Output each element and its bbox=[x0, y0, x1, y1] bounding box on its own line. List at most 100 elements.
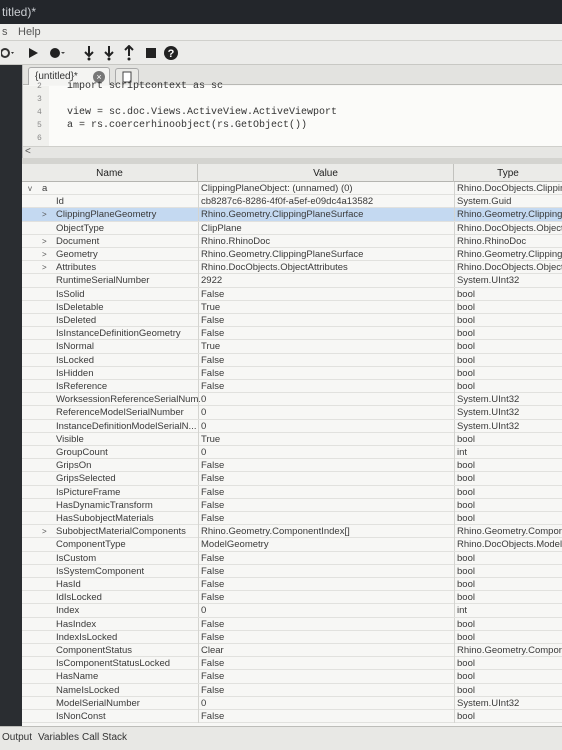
table-row[interactable]: IsSystemComponent False bool bbox=[22, 564, 562, 578]
table-row[interactable]: NameIsLocked False bool bbox=[22, 683, 562, 697]
table-row[interactable]: ModelSerialNumber 0 System.UInt32 bbox=[22, 696, 562, 710]
table-row[interactable]: HasIndex False bool bbox=[22, 617, 562, 631]
table-row[interactable]: Id cb8287c6-8286-4f0f-a5ef-e09dc4a13582 Sy… bbox=[22, 195, 562, 209]
code-editor[interactable]: 2 import scriptcontext as sc 3 4 view = … bbox=[23, 81, 562, 146]
tab-output[interactable]: Output bbox=[2, 732, 32, 743]
variable-type: bool bbox=[454, 366, 562, 380]
table-row[interactable]: Index 0 int bbox=[22, 604, 562, 618]
table-row[interactable]: RuntimeSerialNumber 2922 System.UInt32 bbox=[22, 274, 562, 288]
help-icon[interactable]: ? bbox=[162, 44, 180, 62]
variable-type: Rhino.RhinoDoc bbox=[454, 234, 562, 248]
menu-help[interactable]: Help bbox=[18, 26, 41, 38]
run-menu-icon[interactable] bbox=[0, 44, 16, 62]
variable-name: SubobjectMaterialComponents bbox=[56, 526, 186, 538]
bottom-panel-tabs: Output Variables Call Stack bbox=[0, 726, 562, 750]
variable-name: GroupCount bbox=[56, 447, 108, 458]
variable-value: False bbox=[198, 314, 456, 327]
table-row[interactable]: ComponentType ModelGeometry Rhino.DocObjec… bbox=[22, 538, 562, 552]
table-row[interactable]: WorksessionReferenceSerialNum... 0 System.… bbox=[22, 393, 562, 407]
variable-value: False bbox=[198, 327, 456, 341]
menu-item-partial[interactable]: s bbox=[2, 26, 8, 38]
variable-type: bool bbox=[454, 287, 562, 301]
variable-type: Rhino.DocObjects.ClippingPlaneObject bbox=[454, 182, 562, 195]
step-out-icon[interactable] bbox=[120, 44, 138, 62]
table-row[interactable]: IsCustom False bool bbox=[22, 551, 562, 565]
table-row[interactable]: IndexIsLocked False bool bbox=[22, 630, 562, 644]
table-row[interactable]: Visible True bool bbox=[22, 432, 562, 446]
variable-name: ModelSerialNumber bbox=[56, 697, 140, 709]
variable-value: ClipPlane bbox=[198, 221, 456, 235]
variable-name: Geometry bbox=[56, 249, 98, 260]
table-row[interactable]: > Document Rhino.RhinoDoc Rhino.RhinoDoc bbox=[22, 234, 562, 248]
table-row[interactable]: IdIsLocked False bool bbox=[22, 591, 562, 605]
table-row[interactable]: GripsSelected False bool bbox=[22, 472, 562, 486]
table-row[interactable]: IsComponentStatusLocked False bool bbox=[22, 657, 562, 671]
variable-type: bool bbox=[454, 630, 562, 644]
window-title: titled)* bbox=[2, 5, 37, 19]
tab-variables[interactable]: Variables bbox=[38, 732, 79, 743]
column-header-name[interactable]: Name bbox=[22, 164, 198, 182]
tab-call-stack[interactable]: Call Stack bbox=[82, 732, 127, 743]
table-row[interactable]: HasId False bool bbox=[22, 578, 562, 592]
variable-value: Rhino.RhinoDoc bbox=[198, 234, 456, 248]
table-row[interactable]: ComponentStatus Clear Rhino.Geometry.Compo… bbox=[22, 644, 562, 658]
table-row[interactable]: HasSubobjectMaterials False bool bbox=[22, 512, 562, 526]
variable-type: bool bbox=[454, 564, 562, 578]
variable-name: Attributes bbox=[56, 262, 97, 274]
variable-value: Rhino.Geometry.ComponentIndex[] bbox=[198, 525, 456, 539]
variable-value: False bbox=[198, 591, 456, 605]
run-icon[interactable] bbox=[24, 44, 42, 62]
variable-name: HasName bbox=[56, 671, 99, 683]
table-row[interactable]: > SubobjectMaterialComponents Rhino.Geomet… bbox=[22, 525, 562, 539]
variable-value: 2922 bbox=[198, 274, 456, 288]
record-icon[interactable] bbox=[48, 44, 66, 62]
table-row[interactable]: HasName False bool bbox=[22, 670, 562, 684]
variable-value: False bbox=[198, 670, 456, 684]
column-header-type[interactable]: Type bbox=[454, 164, 562, 182]
table-row[interactable]: IsDeletable True bool bbox=[22, 300, 562, 314]
variable-value: False bbox=[198, 564, 456, 578]
variable-name: HasDynamicTransform bbox=[56, 499, 153, 511]
horizontal-scrollbar[interactable]: < bbox=[23, 146, 562, 158]
table-row[interactable]: > Attributes Rhino.DocObjects.ObjectAttrib… bbox=[22, 261, 562, 275]
table-row[interactable]: IsLocked False bool bbox=[22, 353, 562, 367]
table-row[interactable]: InstanceDefinitionModelSerialN... 0 System… bbox=[22, 419, 562, 433]
variable-value: Rhino.DocObjects.ObjectAttributes bbox=[198, 261, 456, 275]
table-row[interactable]: GroupCount 0 int bbox=[22, 446, 562, 460]
table-row[interactable]: IsNormal True bool bbox=[22, 340, 562, 354]
table-row[interactable]: > ClippingPlaneGeometry Rhino.Geometry.Cli… bbox=[22, 208, 562, 222]
table-row[interactable]: IsHidden False bool bbox=[22, 366, 562, 380]
svg-text:?: ? bbox=[168, 48, 175, 60]
stop-icon[interactable] bbox=[142, 44, 160, 62]
table-row[interactable]: HasDynamicTransform False bool bbox=[22, 498, 562, 512]
table-row[interactable]: IsReference False bool bbox=[22, 380, 562, 394]
table-row[interactable]: IsNonConst False bool bbox=[22, 710, 562, 724]
variable-name: Index bbox=[56, 605, 80, 617]
variable-type: bool bbox=[454, 617, 562, 631]
variable-value: False bbox=[198, 472, 456, 486]
variable-value: 0 bbox=[198, 446, 456, 459]
step-over-icon[interactable] bbox=[100, 44, 118, 62]
step-into-icon[interactable] bbox=[80, 44, 98, 62]
table-row[interactable]: GripsOn False bool bbox=[22, 459, 562, 473]
table-row[interactable]: > Geometry Rhino.Geometry.ClippingPlaneSur… bbox=[22, 248, 562, 262]
variable-type: Rhino.DocObjects.ModelComponentType bbox=[454, 538, 562, 552]
variable-name: Document bbox=[56, 235, 100, 247]
variable-type: bool bbox=[454, 300, 562, 314]
variable-type: bool bbox=[454, 657, 562, 671]
variable-value: False bbox=[198, 459, 456, 473]
variable-name: ObjectType bbox=[56, 222, 105, 234]
table-row[interactable]: IsPictureFrame False bool bbox=[22, 485, 562, 499]
table-row[interactable]: IsInstanceDefinitionGeometry False bool bbox=[22, 327, 562, 341]
table-row[interactable]: IsDeleted False bool bbox=[22, 314, 562, 328]
variable-name: IsLocked bbox=[56, 354, 95, 366]
table-row[interactable]: ReferenceModelSerialNumber 0 System.UInt32 bbox=[22, 406, 562, 420]
table-row[interactable]: v a ClippingPlaneObject: (unnamed) (0) Rhin… bbox=[22, 182, 562, 196]
table-row[interactable]: ObjectType ClipPlane Rhino.DocObjects.Obje… bbox=[22, 221, 562, 235]
variable-value: False bbox=[198, 710, 456, 723]
scroll-left-icon[interactable]: < bbox=[25, 146, 31, 157]
code-line: import scriptcontext as sc bbox=[67, 81, 224, 92]
variable-type: bool bbox=[454, 485, 562, 499]
column-header-value[interactable]: Value bbox=[198, 164, 454, 182]
table-row[interactable]: IsSolid False bool bbox=[22, 287, 562, 301]
